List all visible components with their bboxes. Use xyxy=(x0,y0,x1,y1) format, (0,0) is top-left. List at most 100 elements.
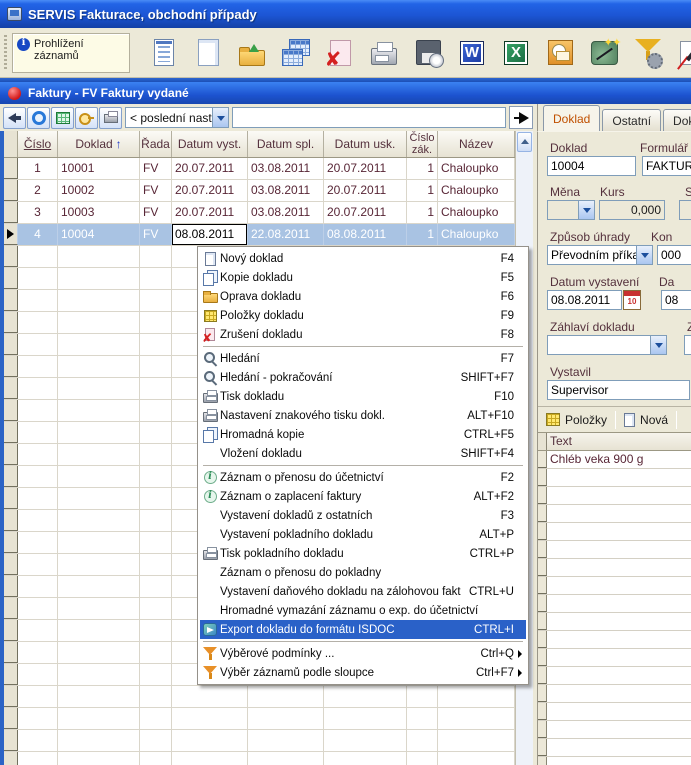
column-header-nazev[interactable]: Název xyxy=(438,131,515,157)
menu-item[interactable]: Vystavení daňového dokladu na zálohovou … xyxy=(200,582,526,601)
column-header-zak[interactable]: Číslo zák. xyxy=(407,131,438,157)
kurs-field[interactable]: 0,000 xyxy=(599,200,665,220)
text-column-header[interactable]: Text xyxy=(547,433,691,450)
menu-item-label: Hledání xyxy=(220,353,493,365)
item-row[interactable]: Chléb veka 900 g xyxy=(538,451,691,469)
menu-item[interactable]: Vložení dokladuSHIFT+F4 xyxy=(200,444,526,463)
chevron-down-icon[interactable] xyxy=(650,336,666,354)
cell-zak xyxy=(407,730,438,751)
item-row-empty xyxy=(538,541,691,559)
stredisko-field[interactable] xyxy=(679,200,691,220)
chevron-down-icon[interactable] xyxy=(212,108,228,127)
menu-item[interactable]: HledáníF7 xyxy=(200,349,526,368)
inline-edit-box[interactable]: 08.08.2011 xyxy=(172,224,247,245)
menu-item[interactable]: Oprava dokladuF6 xyxy=(200,287,526,306)
menu-item[interactable]: Záznam o přenosu do pokladny xyxy=(200,563,526,582)
row-selector xyxy=(4,708,18,729)
wizard-button[interactable] xyxy=(582,30,626,76)
polozky-button[interactable]: Položky xyxy=(541,409,612,431)
cell-rada xyxy=(140,312,172,333)
mena-dropdown[interactable] xyxy=(547,200,595,220)
column-header-vyst[interactable]: Datum vyst. xyxy=(172,131,248,157)
excel-export-button[interactable] xyxy=(494,30,538,76)
open-folder-button[interactable] xyxy=(230,30,274,76)
datum-field[interactable]: 08 xyxy=(661,290,691,310)
table-row[interactable]: 210002FV20.07.201103.08.201120.07.20111C… xyxy=(4,180,533,202)
toolbar-grip[interactable] xyxy=(4,35,7,70)
cell-zak: 1 xyxy=(407,180,438,201)
main-toolbar: Prohlížení záznamů xyxy=(0,28,691,78)
delete-document-button[interactable] xyxy=(318,30,362,76)
row-selector xyxy=(4,444,18,465)
filter-button[interactable] xyxy=(626,30,670,76)
menu-item[interactable]: Záznam o zaplacení fakturyALT+F2 xyxy=(200,487,526,506)
menu-item[interactable]: Nastavení znakového tisku dokl.ALT+F10 xyxy=(200,406,526,425)
menu-item[interactable]: Export dokladu do formátu ISDOCCTRL+I xyxy=(200,620,526,639)
search-input[interactable] xyxy=(232,107,506,128)
tab-ostatni[interactable]: Ostatní xyxy=(602,109,661,131)
copy-tables-button[interactable] xyxy=(274,30,318,76)
calendar-icon[interactable] xyxy=(623,290,641,310)
report-button[interactable] xyxy=(142,30,186,76)
go-button[interactable] xyxy=(509,106,533,129)
table-row-empty xyxy=(4,730,533,752)
cell-rada xyxy=(140,268,172,289)
cell-spl: 03.08.2011 xyxy=(248,158,324,179)
tab-doklad[interactable]: Doklad xyxy=(543,105,600,131)
menu-item[interactable]: Tisk dokladuF10 xyxy=(200,387,526,406)
column-header-usk[interactable]: Datum usk. xyxy=(324,131,407,157)
menu-item[interactable]: Hromadná kopieCTRL+F5 xyxy=(200,425,526,444)
scroll-up-button[interactable] xyxy=(517,132,532,152)
menu-item[interactable]: Hromadné vymazání záznamu o exp. do účet… xyxy=(200,601,526,620)
menu-item[interactable]: Zrušení dokladuF8 xyxy=(200,325,526,344)
formular-field[interactable]: FAKTURA xyxy=(642,156,691,176)
save-disk-button[interactable] xyxy=(406,30,450,76)
print-button[interactable] xyxy=(362,30,406,76)
vystavil-field[interactable]: Supervisor xyxy=(547,380,690,400)
zahlavi-dropdown[interactable] xyxy=(547,335,667,355)
grid-icon xyxy=(56,112,70,124)
column-header-rada[interactable]: Řada xyxy=(140,131,172,157)
chevron-down-icon[interactable] xyxy=(578,201,594,219)
refresh-icon xyxy=(32,111,46,125)
word-export-button[interactable] xyxy=(450,30,494,76)
cell-rada xyxy=(140,488,172,509)
access-button[interactable] xyxy=(75,107,98,129)
cell-doklad xyxy=(58,598,140,619)
new-document-button[interactable] xyxy=(186,30,230,76)
column-header-cislo[interactable]: Číslo xyxy=(18,131,58,157)
tab-dokumenty[interactable]: Dokum xyxy=(663,109,691,131)
menu-item[interactable]: Vystavení pokladního dokladuALT+P xyxy=(200,525,526,544)
chevron-down-icon[interactable] xyxy=(636,246,652,264)
menu-item[interactable]: Výběrové podmínky ...Ctrl+Q xyxy=(200,644,526,663)
preset-dropdown[interactable]: < poslední nast xyxy=(125,107,229,128)
menu-item[interactable]: Nový dokladF4 xyxy=(200,249,526,268)
menu-item[interactable]: Vystavení dokladů z ostatníchF3 xyxy=(200,506,526,525)
column-header-spl[interactable]: Datum spl. xyxy=(248,131,324,157)
refresh-button[interactable] xyxy=(27,107,50,129)
column-header-doklad[interactable]: Doklad↑ xyxy=(58,131,140,157)
menu-item[interactable]: Tisk pokladního dokladuCTRL+P xyxy=(200,544,526,563)
print-small-button[interactable] xyxy=(99,107,122,129)
menu-item[interactable]: Kopie dokladuF5 xyxy=(200,268,526,287)
table-row[interactable]: 310003FV20.07.201103.08.201120.07.20111C… xyxy=(4,202,533,224)
menu-item[interactable]: Záznam o přenosu do účetnictvíF2 xyxy=(200,468,526,487)
outlook-export-button[interactable] xyxy=(538,30,582,76)
datum-vystaveni-field[interactable]: 08.08.2011 xyxy=(547,290,622,310)
cell-cislo xyxy=(18,444,58,465)
grid-button[interactable] xyxy=(51,107,74,129)
doklad-field[interactable]: 10004 xyxy=(547,156,636,176)
cell-doklad xyxy=(58,532,140,553)
menu-item[interactable]: Položky dokladuF9 xyxy=(200,306,526,325)
table-row[interactable]: 110001FV20.07.201103.08.201120.07.20111C… xyxy=(4,158,533,180)
print-setup-button[interactable] xyxy=(670,30,691,76)
konstantni-symbol-field[interactable]: 000 xyxy=(657,245,691,265)
menu-item[interactable]: Hledání - pokračováníSHIFT+F7 xyxy=(200,368,526,387)
nova-button[interactable]: Nová xyxy=(619,409,673,431)
menu-item[interactable]: Výběr záznamů podle sloupceCtrl+F7 xyxy=(200,663,526,682)
item-text-cell xyxy=(547,559,691,576)
z-field[interactable] xyxy=(684,335,691,355)
table-row[interactable]: 410004FV08.08.201122.08.201108.08.20111C… xyxy=(4,224,533,246)
back-button[interactable] xyxy=(3,107,26,129)
zpusob-uhrady-dropdown[interactable]: Převodním příka xyxy=(547,245,653,265)
